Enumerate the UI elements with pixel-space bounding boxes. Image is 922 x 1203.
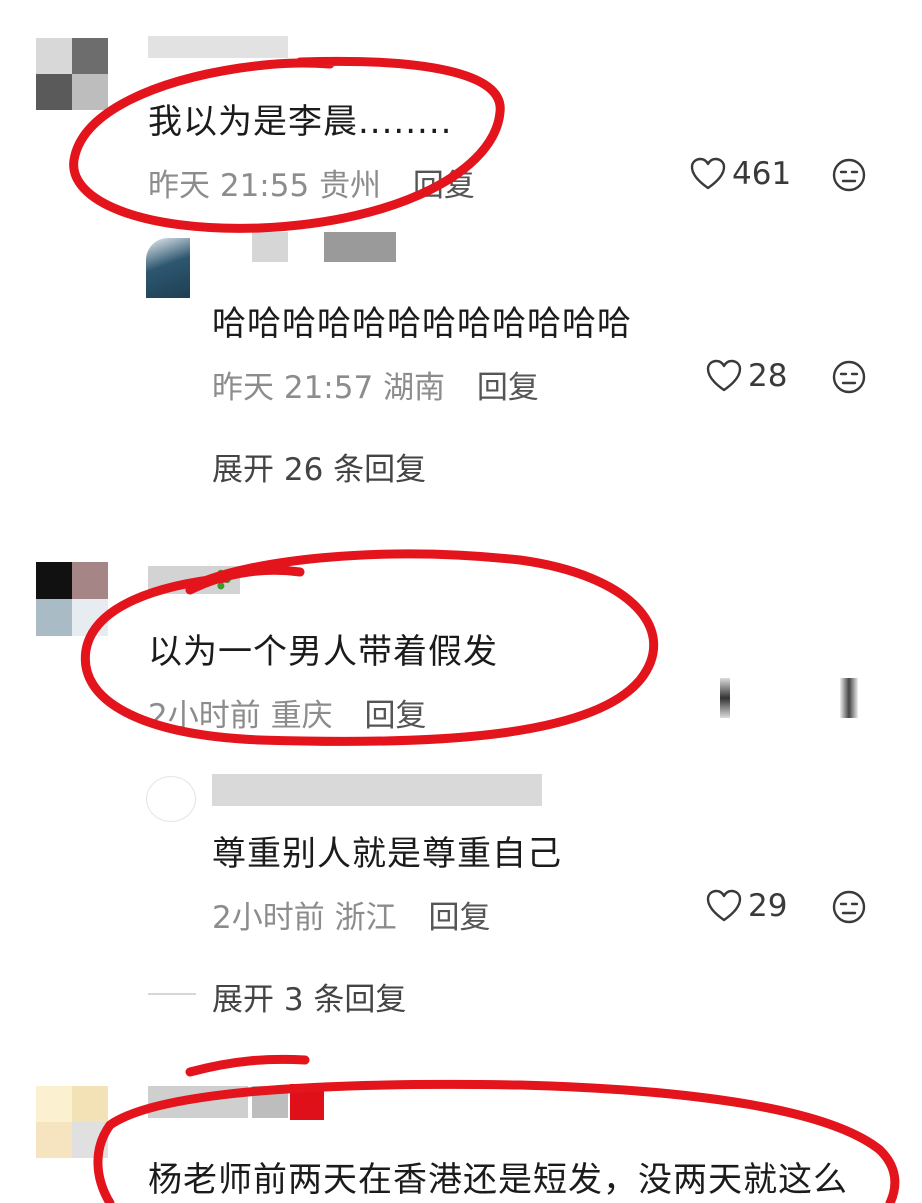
like-button[interactable]: 29 <box>706 888 787 924</box>
neutral-face-icon <box>832 890 866 924</box>
username-blurred[interactable] <box>148 36 288 58</box>
avatar[interactable] <box>146 776 196 822</box>
dislike-button[interactable] <box>832 360 866 394</box>
avatar[interactable] <box>146 238 190 298</box>
reply-text: 尊重别人就是尊重自己 <box>212 834 562 874</box>
expand-replies-button[interactable]: 展开 26 条回复 <box>212 444 426 489</box>
like-button[interactable]: 28 <box>706 358 787 394</box>
avatar[interactable] <box>36 38 108 110</box>
comment-location: 重庆 <box>270 698 333 734</box>
avatar[interactable] <box>36 1086 108 1158</box>
username-blurred[interactable] <box>252 232 288 262</box>
comment-text: 杨老师前两天在香港还是短发，没两天就这么 <box>148 1160 848 1200</box>
comment-text: 我以为是李晨........ <box>148 102 453 142</box>
reply-location: 湖南 <box>383 370 446 406</box>
avatar[interactable] <box>36 562 108 636</box>
reply-meta: 2小时前 浙江 回复 <box>212 892 490 937</box>
reply-meta: 昨天 21:57 湖南 回复 <box>212 362 539 407</box>
reply-button[interactable]: 回复 <box>428 900 490 936</box>
comment-time: 昨天 21:55 <box>148 168 310 204</box>
reply-text: 哈哈哈哈哈哈哈哈哈哈哈哈 <box>212 304 632 344</box>
like-count: 28 <box>748 358 788 394</box>
username-blurred[interactable] <box>212 774 542 806</box>
comment-text: 以为一个男人带着假发 <box>148 632 498 672</box>
username-blurred[interactable] <box>324 232 396 262</box>
heart-outline-icon <box>706 359 742 393</box>
expand-replies-button[interactable]: 展开 3 条回复 <box>212 974 406 1019</box>
red-badge-icon <box>290 1084 324 1120</box>
dislike-button[interactable] <box>832 890 866 924</box>
comment-meta: 昨天 21:55 贵州 回复 <box>148 160 475 205</box>
expand-divider-line <box>148 993 196 995</box>
heart-outline-icon <box>690 157 726 191</box>
like-button[interactable]: 461 <box>690 156 791 192</box>
reply-time: 2小时前 <box>212 900 325 936</box>
like-count: 29 <box>748 888 788 924</box>
dislike-button[interactable] <box>832 158 866 192</box>
comment-meta: 2小时前 重庆 回复 <box>148 690 426 735</box>
reply-button[interactable]: 回复 <box>413 168 475 204</box>
heart-outline-icon <box>706 889 742 923</box>
like-count: 461 <box>732 156 792 192</box>
username-blurred[interactable] <box>252 1086 288 1118</box>
comment-time: 2小时前 <box>148 698 261 734</box>
neutral-face-icon <box>832 360 866 394</box>
dislike-button-blurred[interactable] <box>840 678 858 718</box>
reply-button[interactable]: 回复 <box>477 370 539 406</box>
clover-emoji-icon: ✤ <box>210 566 232 596</box>
neutral-face-icon <box>832 158 866 192</box>
username-blurred[interactable] <box>148 1086 248 1118</box>
reply-location: 浙江 <box>334 900 397 936</box>
like-button-blurred[interactable] <box>720 678 730 718</box>
comment-location: 贵州 <box>319 168 382 204</box>
reply-time: 昨天 21:57 <box>212 370 374 406</box>
reply-button[interactable]: 回复 <box>364 698 426 734</box>
